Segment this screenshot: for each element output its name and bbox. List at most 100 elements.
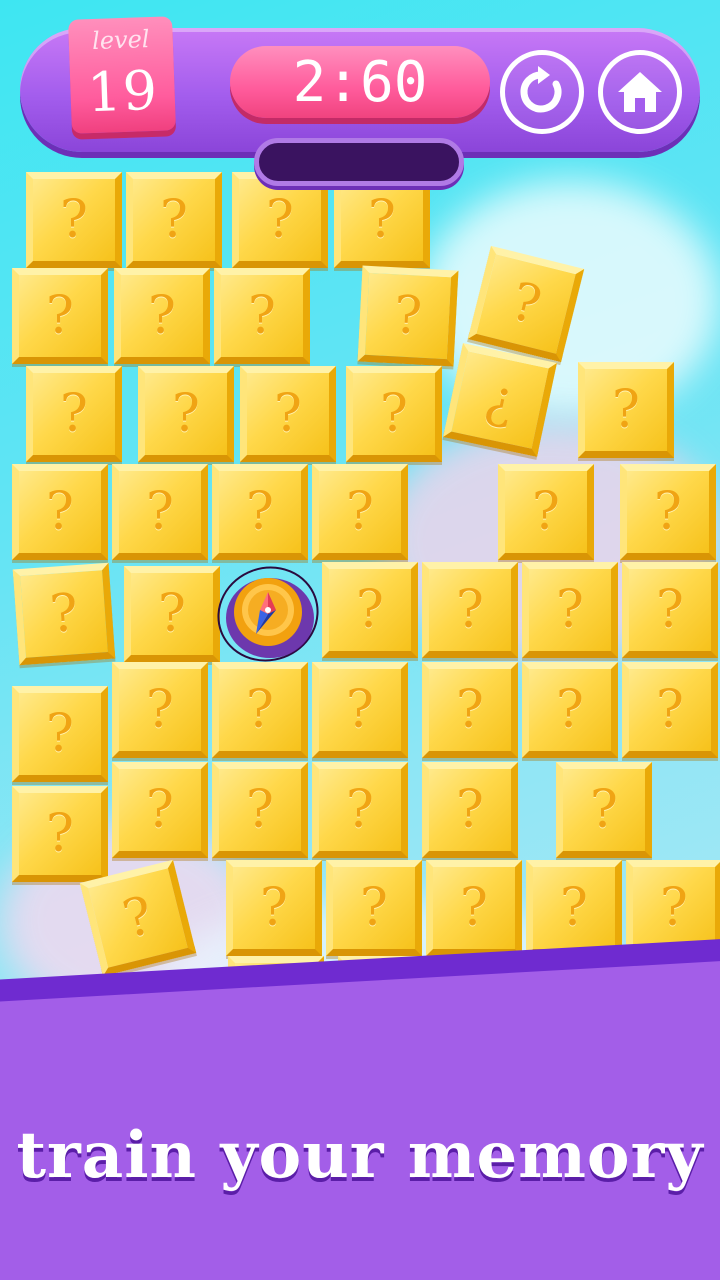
memory-tile[interactable]: ? [426, 860, 522, 956]
question-mark-icon: ? [392, 285, 424, 347]
question-mark-icon: ? [356, 580, 384, 640]
question-mark-icon: ? [46, 704, 74, 764]
level-number: 19 [86, 58, 160, 125]
memory-tile[interactable]: ? [357, 265, 459, 367]
home-icon [618, 72, 662, 112]
question-mark-icon: ? [346, 482, 374, 542]
memory-tile[interactable]: ? [556, 762, 652, 858]
memory-tile[interactable]: ? [522, 662, 618, 758]
level-badge: level 19 [68, 16, 176, 134]
memory-tile[interactable]: ? [322, 562, 418, 658]
memory-tile[interactable]: ? [578, 362, 674, 458]
memory-tile[interactable]: ? [622, 662, 718, 758]
progress-bar [254, 138, 464, 186]
question-mark-icon: ? [46, 482, 74, 542]
question-mark-icon: ? [146, 482, 174, 542]
memory-tile[interactable]: ? [212, 762, 308, 858]
question-mark-icon: ? [248, 286, 276, 346]
question-mark-icon: ? [346, 680, 374, 740]
memory-tile[interactable]: ? [112, 762, 208, 858]
memory-tile[interactable]: ? [138, 366, 234, 462]
question-mark-icon: ? [556, 680, 584, 740]
tagline: train your memory [16, 1118, 704, 1193]
memory-tile[interactable]: ? [312, 762, 408, 858]
memory-tile[interactable]: ? [12, 686, 108, 782]
question-mark-icon: ? [246, 482, 274, 542]
memory-tile[interactable]: ? [214, 268, 310, 364]
memory-tile[interactable]: ? [112, 464, 208, 560]
memory-tile[interactable]: ? [334, 172, 430, 268]
memory-tile[interactable]: ? [212, 464, 308, 560]
memory-tile[interactable]: ? [114, 268, 210, 364]
game-board: ????????????? ¿??????????????????????????… [0, 0, 720, 1280]
question-mark-icon: ? [532, 482, 560, 542]
question-mark-icon: ? [160, 190, 188, 250]
memory-tile[interactable]: ¿ [443, 343, 557, 457]
memory-tile[interactable]: ? [126, 172, 222, 268]
restart-button[interactable] [500, 50, 584, 134]
question-mark-icon: ? [368, 190, 396, 250]
question-mark-icon: ? [260, 878, 288, 938]
timer-text: 2:60 [292, 50, 428, 115]
memory-tile[interactable]: ? [422, 562, 518, 658]
question-mark-icon: ? [456, 780, 484, 840]
memory-tile[interactable]: ? [326, 860, 422, 956]
restart-icon [520, 66, 562, 113]
home-button[interactable] [598, 50, 682, 134]
question-mark-icon: ? [460, 878, 488, 938]
question-mark-icon: ? [656, 580, 684, 640]
memory-tile[interactable]: ? [12, 786, 108, 882]
question-mark-icon: ? [612, 380, 640, 440]
question-mark-icon: ? [656, 680, 684, 740]
question-mark-icon: ? [346, 780, 374, 840]
question-mark-icon: ? [360, 878, 388, 938]
memory-tile[interactable]: ? [620, 464, 716, 560]
question-mark-icon: ? [148, 286, 176, 346]
level-label: level [91, 25, 150, 56]
memory-tile[interactable]: ? [26, 366, 122, 462]
question-mark-icon: ¿ [480, 367, 520, 433]
question-mark-icon: ? [158, 584, 186, 644]
question-mark-icon: ? [46, 286, 74, 346]
question-mark-icon: ? [60, 384, 88, 444]
question-mark-icon: ? [246, 780, 274, 840]
memory-tile[interactable]: ? [240, 366, 336, 462]
memory-tile[interactable]: ? [12, 562, 116, 666]
question-mark-icon: ? [172, 384, 200, 444]
question-mark-icon: ? [456, 580, 484, 640]
memory-tile[interactable]: ? [526, 860, 622, 956]
memory-tile[interactable]: ? [26, 172, 122, 268]
memory-tile[interactable]: ? [12, 464, 108, 560]
memory-tile[interactable]: ? [422, 662, 518, 758]
memory-tile[interactable]: ? [422, 762, 518, 858]
question-mark-icon: ? [274, 384, 302, 444]
question-mark-icon: ? [246, 680, 274, 740]
question-mark-icon: ? [60, 190, 88, 250]
timer-display: 2:60 [230, 46, 490, 118]
question-mark-icon: ? [660, 878, 688, 938]
question-mark-icon: ? [146, 680, 174, 740]
question-mark-icon: ? [505, 271, 547, 337]
memory-tile[interactable]: ? [312, 464, 408, 560]
question-mark-icon: ? [46, 804, 74, 864]
memory-tile[interactable]: ? [498, 464, 594, 560]
memory-tile[interactable]: ? [112, 662, 208, 758]
compass-token[interactable] [216, 562, 320, 666]
memory-tile[interactable]: ? [312, 662, 408, 758]
memory-tile[interactable]: ? [522, 562, 618, 658]
question-mark-icon: ? [266, 190, 294, 250]
question-mark-icon: ? [380, 384, 408, 444]
question-mark-icon: ? [456, 680, 484, 740]
question-mark-icon: ? [556, 580, 584, 640]
question-mark-icon: ? [654, 482, 682, 542]
memory-tile[interactable]: ? [226, 860, 322, 956]
question-mark-icon: ? [560, 878, 588, 938]
memory-tile[interactable]: ? [124, 566, 220, 662]
question-mark-icon: ? [146, 780, 174, 840]
memory-tile[interactable]: ? [346, 366, 442, 462]
memory-tile[interactable]: ? [12, 268, 108, 364]
memory-tile[interactable]: ? [232, 172, 328, 268]
memory-tile[interactable]: ? [622, 562, 718, 658]
memory-tile[interactable]: ? [212, 662, 308, 758]
compass-icon [217, 566, 319, 662]
